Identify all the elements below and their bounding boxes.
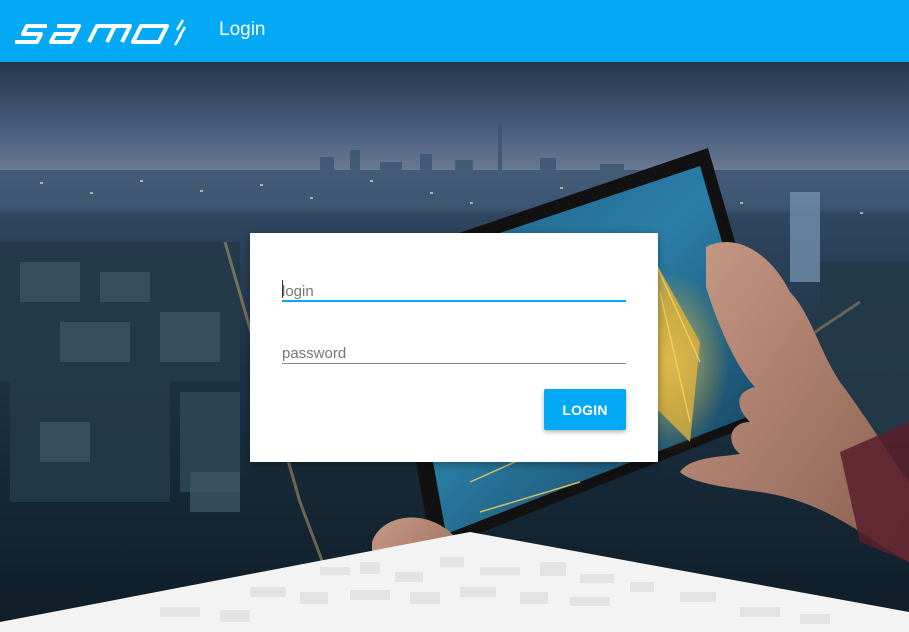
login-button[interactable]: LOGIN — [544, 389, 626, 430]
password-field-underline — [282, 363, 626, 364]
samo-logo-icon[interactable] — [13, 14, 188, 46]
page-title: Login — [219, 19, 266, 40]
login-card: LOGIN — [250, 233, 658, 462]
login-field-underline — [282, 300, 626, 302]
text-caret — [282, 280, 283, 298]
app-header: Login — [0, 0, 909, 62]
